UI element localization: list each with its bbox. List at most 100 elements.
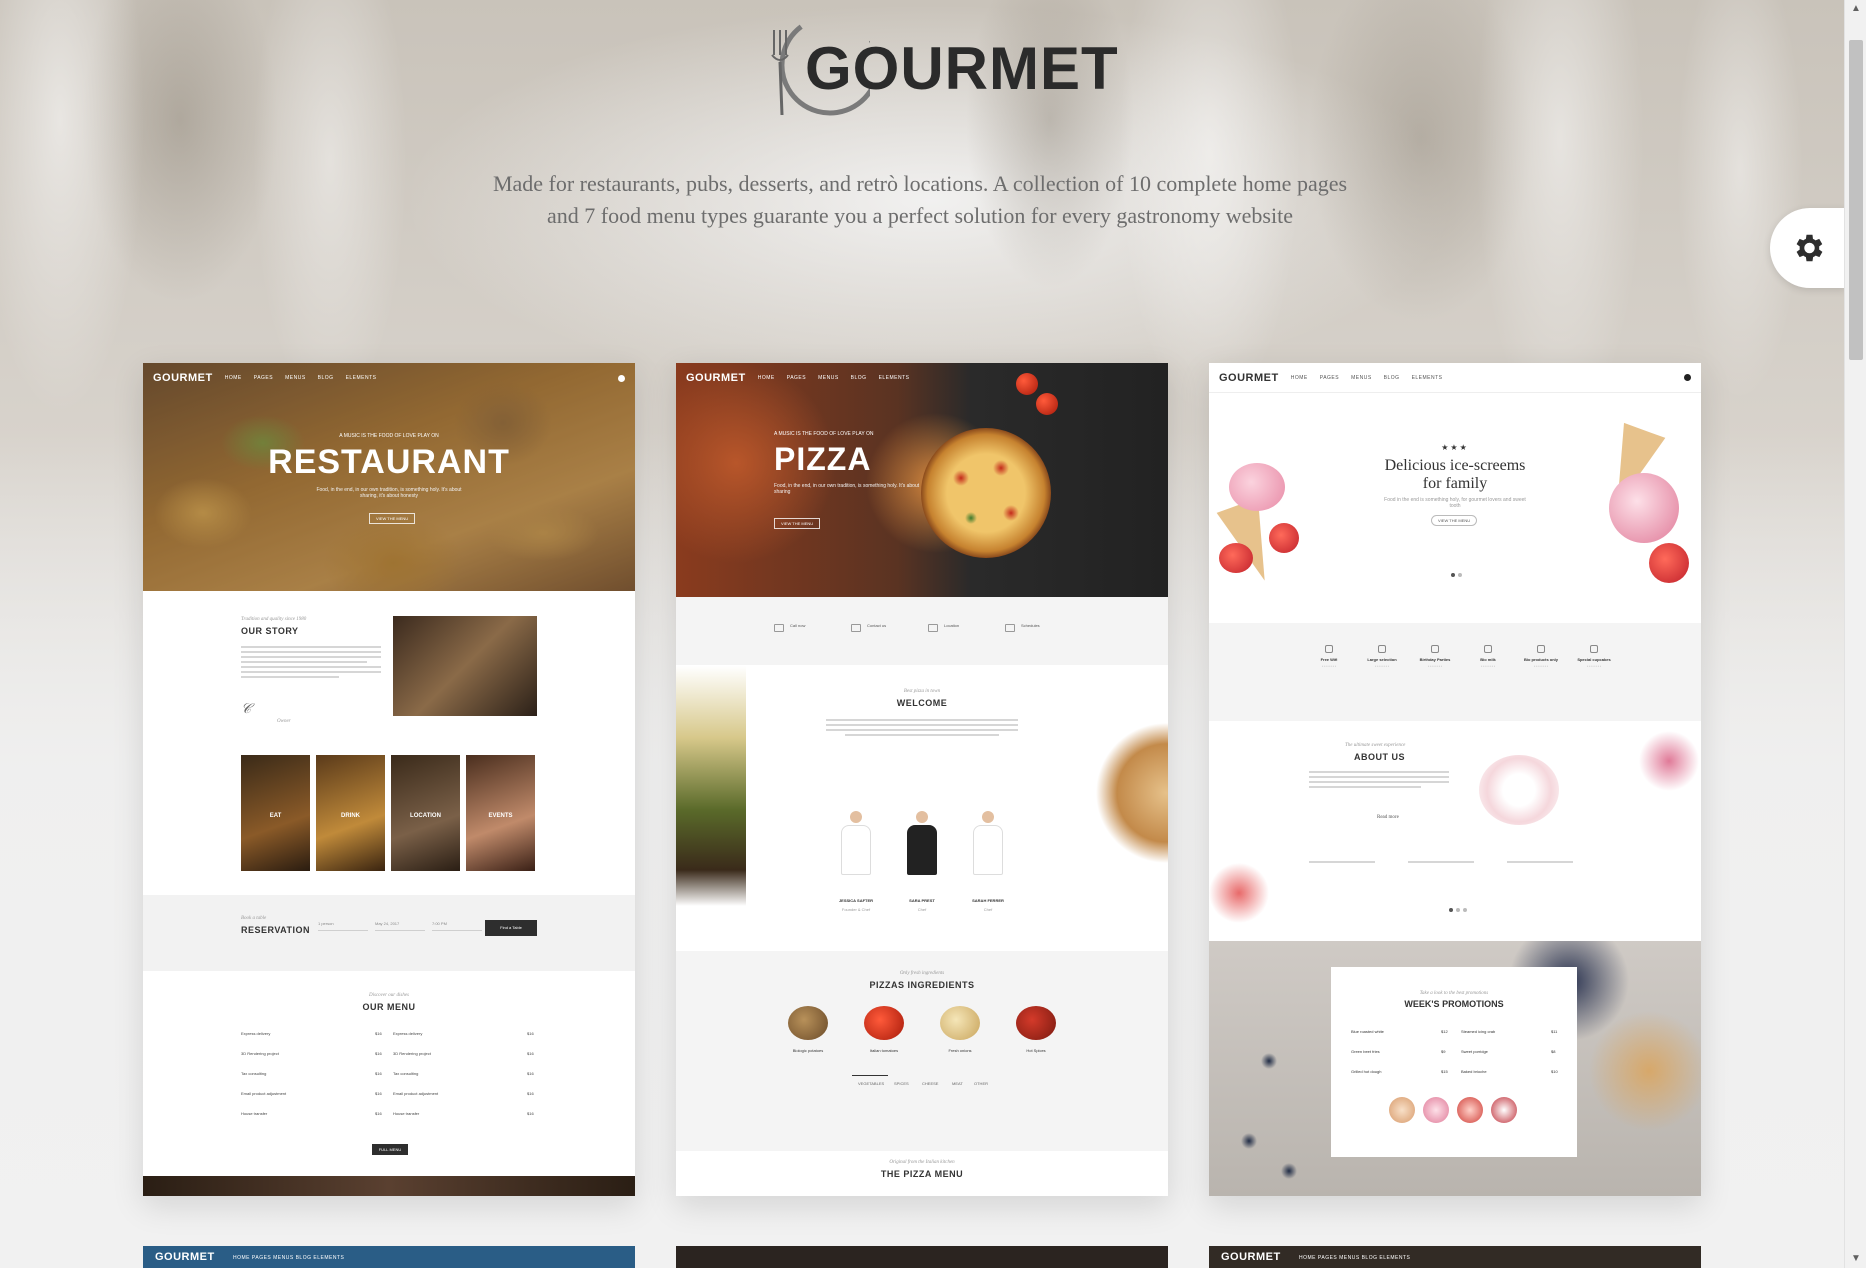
promotions-card: Take a look to the best promotions WEEK'… xyxy=(1331,967,1577,1157)
dessert-thumb xyxy=(1423,1097,1449,1123)
strawberry-image xyxy=(1649,543,1689,583)
hero-kicker: A MUSIC IS THE FOOD OF LOVE PLAY ON xyxy=(339,433,439,439)
icecream-side-image xyxy=(1209,833,1279,943)
rating-stars: ★★★ xyxy=(1441,443,1469,452)
menu-item: Tax consulting xyxy=(241,1071,267,1076)
menu-item: House transfer xyxy=(393,1111,420,1116)
tagline-line-2: and 7 food menu types guarante you a per… xyxy=(547,203,1293,228)
contacts-band: Call now Contact us Location Schedules xyxy=(676,597,1168,665)
leaf-icon xyxy=(1537,645,1545,653)
dessert-thumb xyxy=(1491,1097,1517,1123)
mini-logo: GOURMET xyxy=(1221,1251,1281,1263)
pizza-menu-kicker: Original from the Italian kitchen xyxy=(889,1160,955,1165)
ingredients-title: PIZZAS INGREDIENTS xyxy=(869,980,975,990)
view-menu-button: VIEW THE MENU xyxy=(774,518,821,529)
gear-icon xyxy=(1796,234,1823,262)
contact-item: Contact us xyxy=(867,623,887,628)
preview-row2-1[interactable]: GOURMET HOME PAGES MENUS BLOG ELEMENTS xyxy=(143,1246,635,1268)
chef-image xyxy=(905,811,939,875)
scroll-up-icon[interactable]: ▲ xyxy=(1845,0,1866,18)
hero-title-line-1: Delicious ice-screems xyxy=(1384,457,1526,474)
mini-nav-item: BLOG xyxy=(317,375,334,381)
tab-cheese: CHEESE xyxy=(922,1081,939,1086)
contact-item: Call now xyxy=(790,623,806,628)
preview-row2-2[interactable] xyxy=(676,1246,1168,1268)
party-icon xyxy=(1431,645,1439,653)
tab-meat: MEAT xyxy=(952,1081,963,1086)
promo-item: Sweet porridge xyxy=(1461,1049,1488,1054)
persons-select: 1 person xyxy=(318,921,368,931)
dessert-thumb xyxy=(1457,1097,1483,1123)
feature-item: Bio products only • • • • • • • • xyxy=(1511,645,1571,668)
menu-item: Tax consulting xyxy=(393,1071,419,1076)
slider-dot xyxy=(1458,573,1462,577)
phone-icon xyxy=(774,624,784,632)
menu-item: House transfer xyxy=(241,1111,268,1116)
mini-nav: GOURMET HOME PAGES MENUS BLOG ELEMENTS xyxy=(1209,363,1701,393)
hero-text: Food in the end is something holy, for g… xyxy=(1384,497,1526,509)
tile-eat: EAT xyxy=(241,755,310,871)
mini-nav-item: PAGES xyxy=(253,375,274,381)
contact-item: Location xyxy=(944,623,960,628)
promo-kicker: Take a look to the best promotions xyxy=(1419,991,1489,996)
preview-row2-3[interactable]: GOURMET HOME PAGES MENUS BLOG ELEMENTS xyxy=(1209,1246,1701,1268)
tagline-line-1: Made for restaurants, pubs, desserts, an… xyxy=(492,171,1348,196)
story-text xyxy=(241,646,381,681)
mini-nav: GOURMET HOME PAGES MENUS BLOG ELEMENTS xyxy=(676,363,1168,393)
scroll-thumb[interactable] xyxy=(1849,40,1863,360)
signature-caption: Owner xyxy=(277,719,291,724)
mini-logo: GOURMET xyxy=(1219,371,1279,384)
ingredient-label: Italian tomatoes xyxy=(869,1048,899,1053)
chef-name: SARAH FERRER xyxy=(972,898,1004,903)
signature: 𝒞 xyxy=(241,701,252,717)
feature-item: Birthday Parties • • • • • • • • xyxy=(1405,645,1465,668)
preview-pizza[interactable]: GOURMET HOME PAGES MENUS BLOG ELEMENTS A… xyxy=(676,363,1168,1196)
milk-icon xyxy=(1484,645,1492,653)
settings-button[interactable] xyxy=(1770,208,1846,288)
testimonial-row xyxy=(1309,853,1639,871)
slider-dot xyxy=(1449,908,1453,912)
chef-role: Chef xyxy=(983,907,993,912)
promo-price: $10 xyxy=(1551,1069,1558,1074)
ingredient-label: Fresh onions xyxy=(948,1048,972,1053)
mini-nav-item: BLOG xyxy=(850,375,867,381)
brand-logo[interactable]: GOURMET xyxy=(760,10,1118,120)
features-band: Free Wifi • • • • • • • • Large selection… xyxy=(1209,623,1701,721)
promo-background: Take a look to the best promotions WEEK'… xyxy=(1209,941,1701,1196)
menu-price: $16 xyxy=(375,1071,382,1076)
promo-price: $11 xyxy=(1551,1029,1558,1034)
tagline: Made for restaurants, pubs, desserts, an… xyxy=(440,168,1400,232)
about-title: ABOUT US xyxy=(1354,752,1405,762)
chef-image xyxy=(971,811,1005,875)
mini-nav-item: ELEMENTS xyxy=(345,375,377,381)
promo-item: Baked brioche xyxy=(1461,1069,1487,1074)
contact-item: Schedules xyxy=(1021,623,1040,628)
menu-item: Email product adjustment xyxy=(393,1091,439,1096)
tab-other: OTHER xyxy=(974,1081,988,1086)
promo-item: Green beet fries xyxy=(1351,1049,1380,1054)
menu-price: $16 xyxy=(375,1111,382,1116)
mini-nav-item: ELEMENTS xyxy=(878,375,910,381)
ingredients-band: Only fresh ingredients PIZZAS INGREDIENT… xyxy=(676,951,1168,1151)
brand-name: GOURMET xyxy=(805,35,1119,102)
scroll-down-icon[interactable]: ▼ xyxy=(1845,1250,1866,1268)
clock-icon xyxy=(1005,624,1015,632)
vertical-scrollbar[interactable]: ▲ ▼ xyxy=(1844,0,1866,1268)
ingredient-label: Biologic potatoes xyxy=(792,1048,824,1053)
story-title: OUR STORY xyxy=(241,626,299,636)
tab-vegetables: VEGETABLES xyxy=(858,1081,885,1086)
preview-icecream[interactable]: GOURMET HOME PAGES MENUS BLOG ELEMENTS ★… xyxy=(1209,363,1701,1196)
mini-logo: GOURMET xyxy=(155,1251,215,1263)
find-table-button: Find a Table xyxy=(485,920,537,936)
story-kicker: Tradition and quality since 1980 xyxy=(241,617,307,622)
feature-item: Large selection • • • • • • • • xyxy=(1352,645,1412,668)
hero-title-line-2: for family xyxy=(1422,475,1488,492)
ingredients-kicker: Only fresh ingredients xyxy=(899,971,945,976)
full-menu-button: FULL MENU xyxy=(372,1144,408,1155)
welcome-kicker: Best pizza in town xyxy=(903,689,941,694)
cart-icon xyxy=(618,374,625,382)
onions-image xyxy=(940,1006,980,1040)
chef-role: Chef xyxy=(917,907,927,912)
preview-restaurant[interactable]: GOURMET HOME PAGES MENUS BLOG ELEMENTS A… xyxy=(143,363,635,1196)
chef-role: Founder & Chef xyxy=(841,907,871,912)
